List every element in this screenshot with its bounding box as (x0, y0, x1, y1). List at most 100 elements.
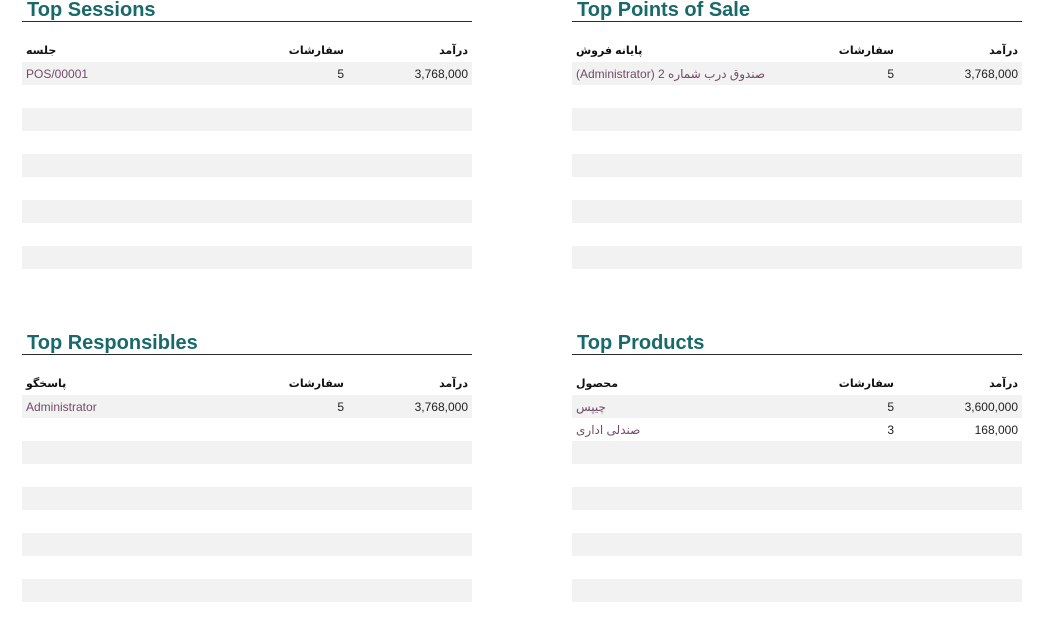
row-orders-cell: 5 (222, 395, 348, 418)
column-header-orders[interactable]: سفارشات (222, 39, 348, 62)
row-revenue-cell (898, 533, 1022, 556)
column-header-point-of-sale[interactable]: پایانه فروش (572, 39, 772, 62)
table-row[interactable]: چیپس 5 3,600,000 (572, 395, 1022, 418)
column-header-orders[interactable]: سفارشات (772, 372, 898, 395)
empty-table-row (22, 246, 472, 269)
table-row[interactable]: صندوق درب شماره 2 (Administrator) 5 3,768,… (572, 62, 1022, 85)
row-revenue-cell (348, 487, 472, 510)
row-name-cell (572, 246, 772, 269)
empty-table-row (22, 85, 472, 108)
row-orders-cell (772, 85, 898, 108)
column-header-revenue[interactable]: درآمد (348, 372, 472, 395)
row-name-cell (22, 579, 222, 602)
empty-table-row (22, 556, 472, 579)
column-header-orders[interactable]: سفارشات (772, 39, 898, 62)
empty-table-row (572, 200, 1022, 223)
row-revenue-cell (898, 269, 1022, 292)
column-header-product[interactable]: محصول (572, 372, 772, 395)
row-orders-cell (772, 556, 898, 579)
row-orders-cell (222, 487, 348, 510)
table-header-row: محصول سفارشات درآمد (572, 372, 1022, 395)
row-orders-cell: 3 (772, 418, 898, 441)
row-name-cell (572, 154, 772, 177)
row-orders-cell (772, 269, 898, 292)
row-orders-cell (222, 441, 348, 464)
row-name-cell (22, 154, 222, 177)
row-name-cell (572, 85, 772, 108)
row-name-cell[interactable]: Administrator (22, 395, 222, 418)
row-orders-cell (222, 85, 348, 108)
row-revenue-cell (348, 246, 472, 269)
empty-table-row (22, 177, 472, 200)
row-revenue-cell: 168,000 (898, 418, 1022, 441)
table-row[interactable]: Administrator 5 3,768,000 (22, 395, 472, 418)
row-name-cell (22, 223, 222, 246)
empty-table-row (572, 131, 1022, 154)
row-orders-cell (772, 200, 898, 223)
empty-table-row (22, 223, 472, 246)
row-name-cell[interactable]: صندلی اداری (572, 418, 772, 441)
empty-table-row (22, 579, 472, 602)
row-name-cell (22, 464, 222, 487)
row-name-cell[interactable]: صندوق درب شماره 2 (Administrator) (572, 62, 772, 85)
empty-table-row (572, 533, 1022, 556)
row-orders-cell (222, 602, 348, 625)
row-revenue-cell: 3,768,000 (348, 395, 472, 418)
top-points-of-sale-panel: Top Points of Sale پایانه فروش سفارشات د… (572, 0, 1022, 292)
top-products-panel: Top Products محصول سفارشات درآمد چیپس 5 3,… (572, 333, 1022, 625)
row-orders-cell (222, 131, 348, 154)
column-header-revenue[interactable]: درآمد (348, 39, 472, 62)
table-header-row: جلسه سفارشات درآمد (22, 39, 472, 62)
row-revenue-cell (348, 200, 472, 223)
row-revenue-cell (348, 464, 472, 487)
row-revenue-cell (898, 602, 1022, 625)
top-sessions-table: جلسه سفارشات درآمد POS/00001 5 3,768,000 (22, 39, 472, 292)
empty-table-row (572, 154, 1022, 177)
row-orders-cell (772, 441, 898, 464)
row-name-cell (22, 533, 222, 556)
row-orders-cell: 5 (222, 62, 348, 85)
table-row[interactable]: صندلی اداری 3 168,000 (572, 418, 1022, 441)
row-name-cell[interactable]: چیپس (572, 395, 772, 418)
top-products-table: محصول سفارشات درآمد چیپس 5 3,600,000 صندلی … (572, 372, 1022, 625)
column-header-orders[interactable]: سفارشات (222, 372, 348, 395)
row-orders-cell (222, 177, 348, 200)
top-points-of-sale-table: پایانه فروش سفارشات درآمد صندوق درب شمار… (572, 39, 1022, 292)
row-revenue-cell (348, 154, 472, 177)
row-orders-cell (222, 579, 348, 602)
row-revenue-cell (348, 418, 472, 441)
row-name-cell (572, 602, 772, 625)
row-orders-cell (772, 579, 898, 602)
column-header-session[interactable]: جلسه (22, 39, 222, 62)
row-orders-cell (222, 556, 348, 579)
row-orders-cell: 5 (772, 62, 898, 85)
row-orders-cell (222, 108, 348, 131)
row-orders-cell (222, 269, 348, 292)
row-name-cell (22, 177, 222, 200)
row-revenue-cell (898, 246, 1022, 269)
row-name-cell (22, 418, 222, 441)
row-name-cell (22, 441, 222, 464)
row-revenue-cell (348, 177, 472, 200)
row-revenue-cell: 3,768,000 (348, 62, 472, 85)
row-name-cell (572, 200, 772, 223)
row-revenue-cell (348, 131, 472, 154)
table-header-row: پاسخگو سفارشات درآمد (22, 372, 472, 395)
row-name-cell (572, 533, 772, 556)
row-orders-cell (222, 418, 348, 441)
empty-table-row (572, 487, 1022, 510)
column-header-revenue[interactable]: درآمد (898, 372, 1022, 395)
row-orders-cell (222, 154, 348, 177)
empty-table-row (572, 223, 1022, 246)
column-header-responsible[interactable]: پاسخگو (22, 372, 222, 395)
row-name-cell (22, 85, 222, 108)
empty-table-row (22, 533, 472, 556)
row-name-cell (22, 108, 222, 131)
row-revenue-cell (898, 441, 1022, 464)
row-name-cell (572, 441, 772, 464)
table-row[interactable]: POS/00001 5 3,768,000 (22, 62, 472, 85)
column-header-revenue[interactable]: درآمد (898, 39, 1022, 62)
top-responsibles-title: Top Responsibles (22, 333, 472, 355)
row-name-cell[interactable]: POS/00001 (22, 62, 222, 85)
top-sessions-panel: Top Sessions جلسه سفارشات درآمد POS/0000… (22, 0, 472, 292)
